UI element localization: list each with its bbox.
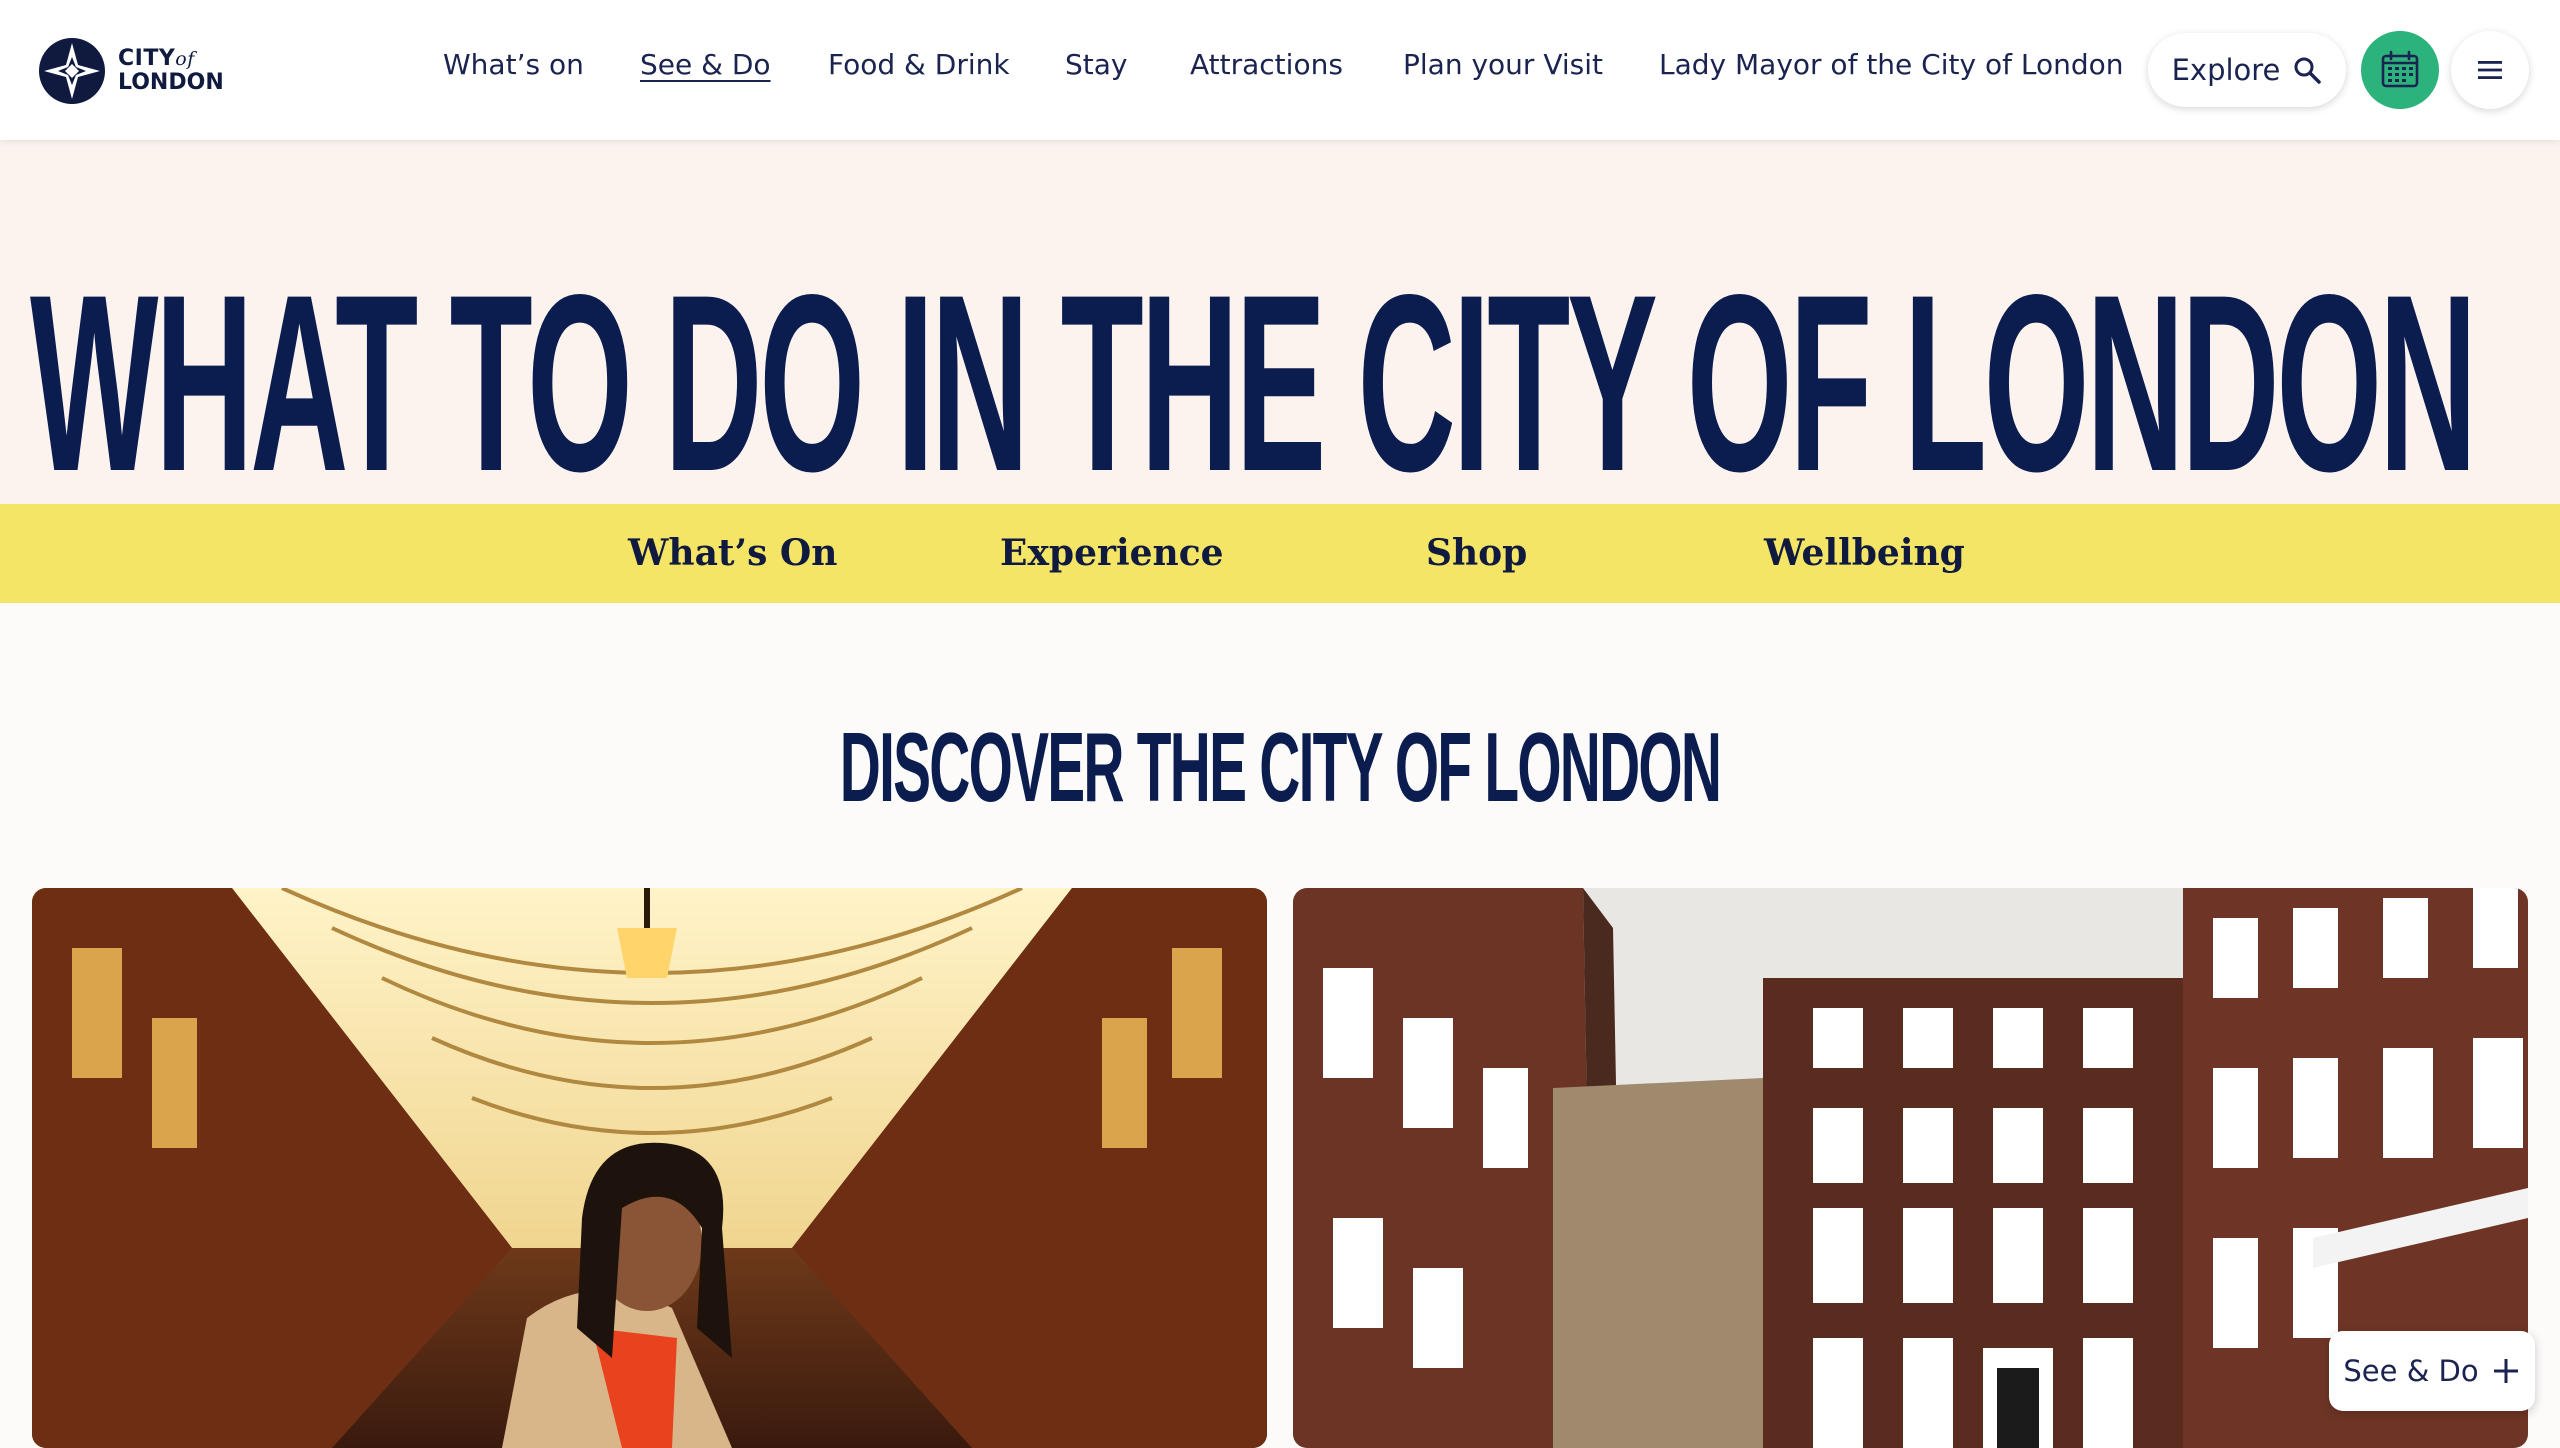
see-and-do-floating-label: See & Do	[2343, 1354, 2479, 1388]
calendar-button[interactable]	[2361, 31, 2439, 109]
logo-text-london: LONDON	[118, 70, 224, 95]
nav-see-and-do[interactable]: See & Do	[640, 48, 771, 81]
site-header: CITYof LONDON What’s on See & Do Food & …	[0, 0, 2560, 140]
nav-plan-your-visit[interactable]: Plan your Visit	[1403, 48, 1603, 81]
hero-banner: WHAT TO DO IN THE CITY OF LONDON	[0, 140, 2560, 510]
nav-stay[interactable]: Stay	[1065, 48, 1127, 81]
explore-label: Explore	[2171, 53, 2281, 87]
plus-icon	[2493, 1359, 2518, 1383]
subnav-whats-on[interactable]: What’s On	[628, 532, 837, 574]
explore-search-button[interactable]: Explore	[2148, 33, 2346, 107]
city-of-london-logo[interactable]: CITYof LONDON	[38, 36, 224, 106]
nav-food-and-drink[interactable]: Food & Drink	[828, 48, 1010, 81]
search-icon	[2294, 57, 2322, 84]
page-title: WHAT TO DO IN THE CITY OF LONDON	[30, 243, 2477, 524]
nav-whats-on[interactable]: What’s on	[443, 48, 584, 81]
logo-text-city: CITY	[118, 46, 176, 71]
menu-button[interactable]	[2451, 31, 2529, 109]
discover-heading: DISCOVER THE CITY OF LONDON	[839, 712, 1722, 822]
see-and-do-floating-button[interactable]: See & Do	[2329, 1331, 2535, 1411]
subnav-experience[interactable]: Experience	[1000, 532, 1224, 574]
logo-text-of: of	[175, 48, 195, 70]
card-market-photo[interactable]	[32, 888, 1267, 1448]
discover-heading-wrap: DISCOVER THE CITY OF LONDON	[0, 718, 2560, 816]
hamburger-menu-icon	[2478, 61, 2502, 79]
category-subnav: What’s On Experience Shop Wellbeing	[0, 504, 2560, 603]
nav-attractions[interactable]: Attractions	[1190, 48, 1343, 81]
market-hall-image	[32, 888, 1267, 1448]
calendar-icon	[2381, 50, 2419, 88]
subnav-shop[interactable]: Shop	[1426, 532, 1527, 574]
subnav-wellbeing[interactable]: Wellbeing	[1764, 532, 1965, 574]
nav-lady-mayor[interactable]: Lady Mayor of the City of London	[1659, 48, 2123, 81]
city-star-icon	[39, 38, 105, 104]
